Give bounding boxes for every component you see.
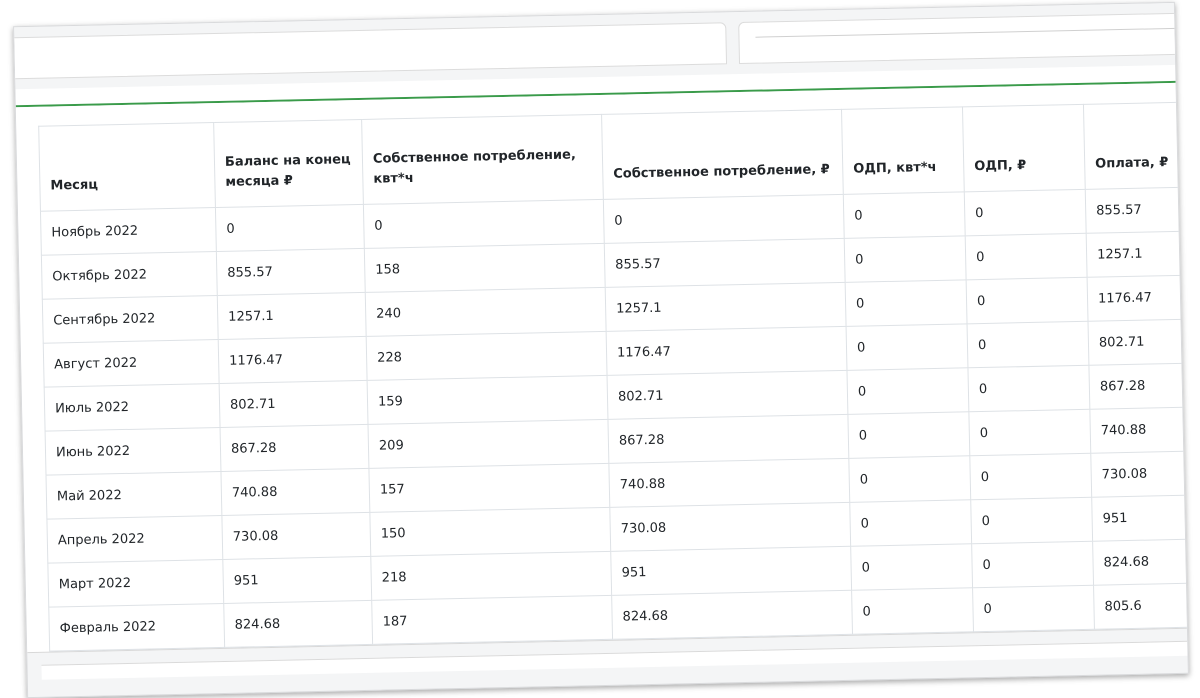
page-sheet: Месяц Баланс на конец месяца ₽ Собственн…	[13, 1, 1189, 698]
cell-consumption-rub: 867.28	[607, 414, 849, 464]
cell-odp-kwh: 0	[846, 367, 969, 415]
cell-odp-rub: 0	[967, 365, 1090, 412]
cell-odp-kwh: 0	[847, 411, 970, 459]
cell-consumption-rub: 802.71	[607, 370, 848, 420]
cell-odp-kwh: 0	[844, 235, 967, 283]
cell-consumption-rub: 740.88	[608, 458, 850, 508]
cell-month: Сентябрь 2022	[42, 295, 219, 344]
cell-consumption-kwh: 158	[364, 243, 606, 293]
header-odp-rub[interactable]: ОДП, ₽	[962, 104, 1086, 192]
cell-payment: 730.08	[1090, 450, 1189, 498]
cell-odp-kwh: 0	[848, 455, 971, 503]
cell-odp-rub: 0	[971, 541, 1094, 588]
cell-consumption-kwh: 157	[368, 463, 610, 513]
cell-odp-kwh: 0	[843, 191, 966, 239]
balance-table: Месяц Баланс на конец месяца ₽ Собственн…	[38, 102, 1189, 652]
tab-active[interactable]	[13, 22, 728, 80]
cell-consumption-kwh: 218	[370, 551, 612, 601]
cell-odp-kwh: 0	[851, 587, 974, 635]
header-odp-kwh[interactable]: ОДП, квт*ч	[841, 106, 965, 195]
cell-month: Июнь 2022	[45, 427, 221, 476]
tab-secondary[interactable]	[738, 12, 1189, 65]
cell-payment: 1176.47	[1087, 275, 1189, 322]
cell-balance: 951	[222, 556, 372, 604]
cell-consumption-rub: 1257.1	[605, 282, 847, 332]
cell-odp-rub: 0	[968, 409, 1091, 456]
cell-balance: 1176.47	[218, 336, 368, 384]
content-panel: Месяц Баланс на конец месяца ₽ Собственн…	[15, 82, 1189, 654]
cell-consumption-kwh: 209	[368, 419, 609, 469]
cell-month: Апрель 2022	[46, 515, 223, 564]
cell-consumption-kwh: 228	[366, 331, 608, 381]
cell-consumption-rub: 0	[603, 194, 845, 244]
cell-balance: 867.28	[220, 424, 369, 472]
cell-balance: 802.71	[219, 380, 369, 428]
cell-month: Ноябрь 2022	[40, 207, 217, 256]
cell-odp-rub: 0	[969, 453, 1092, 500]
cell-payment: 855.57	[1085, 187, 1189, 234]
cell-balance: 824.68	[223, 600, 373, 648]
cell-odp-rub: 0	[964, 189, 1087, 236]
cell-consumption-kwh: 159	[367, 375, 608, 425]
cell-month: Октябрь 2022	[41, 251, 218, 300]
cell-payment: 802.71	[1088, 318, 1189, 366]
cell-consumption-kwh: 240	[365, 287, 607, 337]
cell-payment: 805.6	[1093, 582, 1189, 630]
cell-balance: 1257.1	[217, 292, 367, 340]
tab-divider	[755, 27, 1189, 38]
cell-month: Август 2022	[43, 339, 220, 388]
cell-balance: 730.08	[221, 512, 371, 560]
cell-balance: 740.88	[220, 468, 370, 516]
cell-balance: 855.57	[216, 248, 366, 296]
cell-payment: 824.68	[1092, 538, 1189, 586]
header-month[interactable]: Месяц	[38, 122, 216, 212]
header-consumption-rub[interactable]: Собственное потребление, ₽	[601, 109, 844, 200]
cell-odp-rub: 0	[967, 321, 1089, 368]
cell-consumption-rub: 824.68	[611, 590, 853, 640]
cell-payment: 740.88	[1089, 406, 1189, 454]
cell-month: Март 2022	[47, 559, 224, 608]
cell-odp-rub: 0	[972, 585, 1095, 632]
cell-payment: 1257.1	[1086, 231, 1189, 278]
header-balance[interactable]: Баланс на конец месяца ₽	[213, 119, 364, 208]
cell-odp-kwh: 0	[846, 323, 968, 371]
cell-odp-rub: 0	[970, 497, 1093, 544]
cell-payment: 867.28	[1088, 362, 1189, 410]
cell-month: Февраль 2022	[48, 603, 225, 652]
cell-month: Май 2022	[45, 471, 222, 520]
cell-odp-kwh: 0	[850, 543, 973, 591]
cell-odp-kwh: 0	[849, 499, 972, 547]
header-payment[interactable]: Оплата, ₽	[1083, 102, 1189, 190]
cell-consumption-kwh: 150	[369, 507, 611, 557]
cell-odp-rub: 0	[966, 277, 1089, 324]
cell-balance: 0	[215, 204, 365, 252]
cell-consumption-rub: 855.57	[604, 238, 846, 288]
cell-consumption-rub: 951	[610, 546, 852, 596]
cell-month: Июль 2022	[44, 383, 221, 432]
cell-consumption-kwh: 0	[363, 199, 605, 249]
cell-consumption-rub: 1176.47	[606, 326, 847, 376]
cell-odp-rub: 0	[965, 233, 1088, 280]
cell-odp-kwh: 0	[845, 279, 968, 327]
cell-consumption-kwh: 187	[371, 595, 613, 645]
cell-consumption-rub: 730.08	[609, 502, 851, 552]
cell-payment: 951	[1091, 494, 1189, 542]
header-consumption-kwh[interactable]: Собственное потребление, квт*ч	[361, 114, 604, 205]
